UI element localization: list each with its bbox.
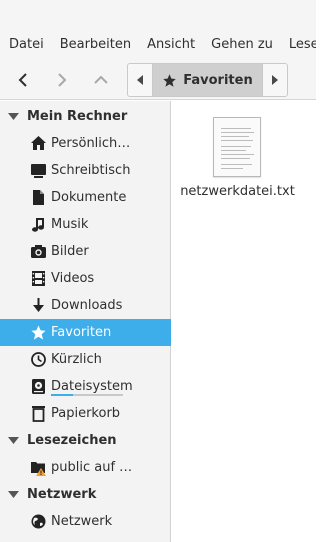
sidebar-item-musik[interactable]: Musik [0, 211, 171, 238]
triangle-left-icon [137, 75, 143, 85]
menu-lesezeichen[interactable]: Lesezeic [281, 30, 316, 60]
download-icon [30, 297, 47, 314]
sidebar-section-netzwerk[interactable]: Netzwerk [0, 481, 171, 508]
sidebar-item-public[interactable]: public auf … [0, 454, 171, 481]
expander-down-icon [8, 491, 19, 498]
sidebar-item-papierkorb[interactable]: Papierkorb [0, 400, 171, 427]
title-bar [0, 0, 316, 30]
sidebar-item-label: Dokumente [51, 190, 127, 205]
film-icon [30, 270, 47, 287]
menu-gehen-zu[interactable]: Gehen zu [203, 30, 281, 60]
sidebar-item-dokumente[interactable]: Dokumente [0, 184, 171, 211]
home-icon [30, 135, 47, 152]
path-scroll-right-button[interactable] [262, 64, 287, 96]
sidebar-item-favoriten[interactable]: Favoriten [0, 319, 171, 346]
triangle-right-icon [272, 75, 278, 85]
sidebar-item-label: Persönlich… [51, 136, 131, 151]
disk-usage-bar [51, 394, 123, 396]
trash-icon [30, 405, 47, 422]
forward-button[interactable] [45, 64, 79, 96]
sidebar-item-label: Bilder [51, 244, 89, 259]
drive-icon [30, 378, 47, 395]
chevron-right-icon [58, 73, 67, 87]
disk-usage-fill [51, 394, 73, 396]
sidebar-item-label: Netzwerk [51, 514, 113, 529]
path-crumb-label: Favoriten [183, 72, 253, 88]
menu-bearbeiten[interactable]: Bearbeiten [52, 30, 139, 60]
sidebar: Mein Rechner Persönlich… Schreibtisch Do… [0, 101, 171, 542]
path-crumb-current[interactable]: Favoriten [153, 64, 262, 96]
menu-bar: Datei Bearbeiten Ansicht Gehen zu Leseze… [0, 30, 316, 60]
expander-down-icon [8, 437, 19, 444]
star-icon [163, 73, 177, 87]
sidebar-item-label: Kürzlich [51, 352, 102, 367]
up-button[interactable] [84, 64, 118, 96]
sidebar-item-label: Downloads [51, 298, 123, 313]
document-icon [30, 189, 47, 206]
sidebar-item-kuerzlich[interactable]: Kürzlich [0, 346, 171, 373]
sidebar-item-videos[interactable]: Videos [0, 265, 171, 292]
sidebar-item-label: Dateisystem [51, 379, 133, 394]
sidebar-section-mein-rechner[interactable]: Mein Rechner [0, 103, 171, 130]
sidebar-section-lesezeichen[interactable]: Lesezeichen [0, 427, 171, 454]
clock-icon [30, 351, 47, 368]
chevron-left-icon [18, 73, 27, 87]
sidebar-item-downloads[interactable]: Downloads [0, 292, 171, 319]
desktop-icon [30, 162, 47, 179]
sidebar-item-label: public auf … [51, 460, 133, 475]
network-folder-icon [30, 459, 47, 476]
sidebar-item-label-wrap: Dateisystem [51, 373, 133, 400]
path-scroll-left-button[interactable] [128, 64, 153, 96]
camera-icon [30, 243, 47, 260]
expander-down-icon [8, 113, 19, 120]
text-file-icon[interactable] [213, 117, 261, 177]
sidebar-section-label: Lesezeichen [27, 433, 117, 448]
music-icon [30, 216, 47, 233]
globe-icon [30, 513, 47, 530]
sidebar-section-label: Mein Rechner [27, 109, 128, 124]
sidebar-item-persoenlich[interactable]: Persönlich… [0, 130, 171, 157]
star-icon [30, 324, 47, 341]
chevron-up-icon [94, 75, 108, 84]
sidebar-item-schreibtisch[interactable]: Schreibtisch [0, 157, 171, 184]
path-bar: Favoriten [127, 63, 288, 97]
sidebar-item-label: Schreibtisch [51, 163, 131, 178]
sidebar-item-label: Musik [51, 217, 89, 232]
sidebar-item-label: Videos [51, 271, 95, 286]
menu-ansicht[interactable]: Ansicht [139, 30, 203, 60]
sidebar-item-netzwerk[interactable]: Netzwerk [0, 508, 171, 535]
sidebar-item-dateisystem[interactable]: Dateisystem [0, 373, 171, 400]
menu-datei[interactable]: Datei [0, 30, 52, 60]
file-name[interactable]: netzwerkdatei.txt [172, 184, 303, 199]
sidebar-section-label: Netzwerk [27, 487, 97, 502]
sidebar-item-label: Papierkorb [51, 406, 121, 421]
sidebar-item-label: Favoriten [51, 325, 112, 340]
sidebar-item-bilder[interactable]: Bilder [0, 238, 171, 265]
back-button[interactable] [6, 64, 40, 96]
